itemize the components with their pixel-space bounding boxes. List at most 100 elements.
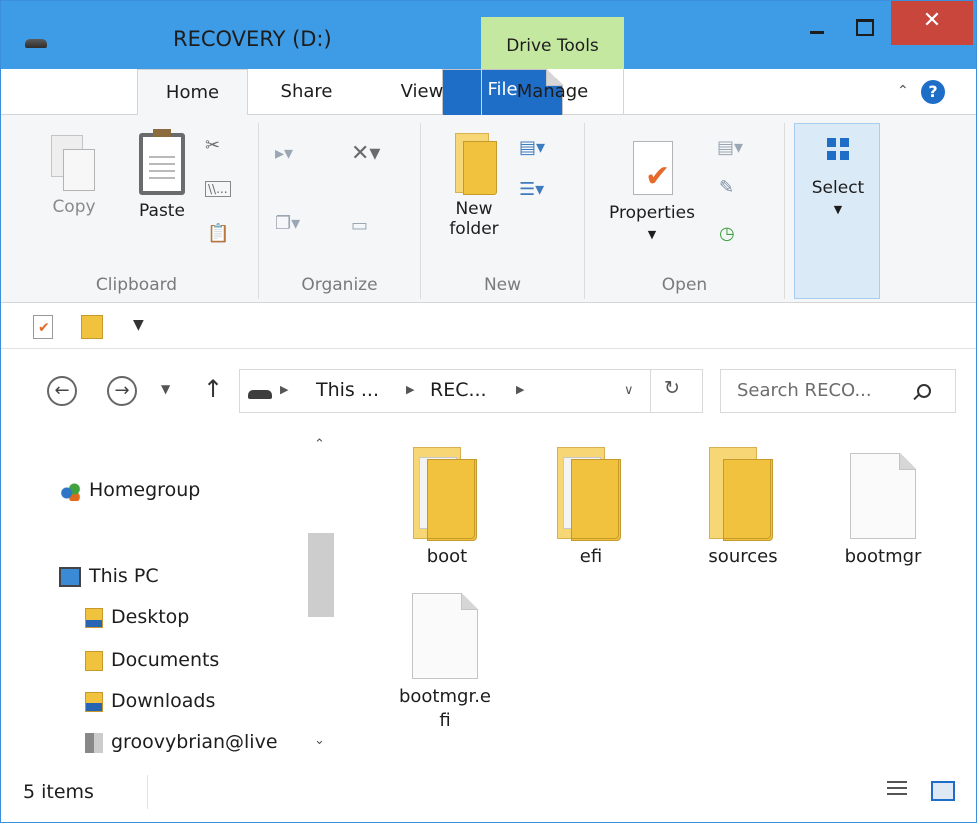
copy-label: Copy <box>52 197 96 217</box>
back-arrow-icon[interactable]: ← <box>47 376 77 406</box>
paste-label: Paste <box>139 201 185 221</box>
select-content: Select ▼ <box>795 124 881 218</box>
nav-item-onedrive-user[interactable]: groovybrian@live <box>85 731 307 753</box>
new-item-icon[interactable]: ▤▾ <box>519 137 545 158</box>
scroll-down-icon[interactable]: ⌄ <box>314 733 325 748</box>
recent-locations-icon[interactable]: ▼ <box>161 382 170 396</box>
list-item[interactable]: sources <box>683 447 803 569</box>
address-bar[interactable]: ▶ This ... ▶ REC... ▶ ∨ ↻ <box>239 369 703 413</box>
file-list: boot efi sources bootmgr bootmgr.efi <box>341 429 976 763</box>
nav-item-label: Desktop <box>111 606 190 628</box>
drive-tools-tab-group: Drive Tools <box>481 17 624 69</box>
forward-arrow-icon[interactable]: → <box>107 376 137 406</box>
window-title: RECOVERY (D:) <box>173 27 332 51</box>
nav-pane-scrollbar[interactable]: ⌃ ⌄ <box>306 429 336 763</box>
explorer-window: RECOVERY (D:) Drive Tools ✕ File Home Sh… <box>0 0 977 823</box>
nav-item-label: Downloads <box>111 690 216 712</box>
list-item[interactable]: bootmgr <box>823 453 943 569</box>
new-folder-qat-icon[interactable] <box>81 315 103 339</box>
nav-item-this-pc[interactable]: This PC <box>59 565 159 587</box>
paste-button[interactable]: Paste <box>127 129 197 221</box>
chevron-right-icon[interactable]: ▶ <box>406 383 414 396</box>
customize-qat-icon[interactable]: ▼ <box>133 317 144 333</box>
chevron-right-icon[interactable]: ▶ <box>280 383 288 396</box>
select-label: Select <box>811 178 865 198</box>
large-icons-view-icon[interactable] <box>931 781 955 801</box>
select-button[interactable]: Select ▼ <box>794 123 880 299</box>
nav-item-label: Documents <box>111 649 220 671</box>
refresh-icon[interactable]: ↻ <box>664 377 680 399</box>
rename-icon[interactable]: ▭ <box>351 215 368 236</box>
folder-icon <box>409 447 485 541</box>
list-item[interactable]: boot <box>387 447 507 569</box>
minimize-button[interactable] <box>794 1 840 45</box>
breadcrumb-this-pc[interactable]: This ... <box>316 379 379 401</box>
ribbon-tabs: File Home Share View Manage ⌃ ? <box>1 69 976 155</box>
maximize-button[interactable] <box>841 1 887 45</box>
folder-icon <box>705 447 781 541</box>
edit-icon[interactable]: ✎ <box>719 177 734 198</box>
nav-item-downloads[interactable]: Downloads <box>85 690 215 712</box>
item-name: sources <box>708 546 778 567</box>
history-icon[interactable]: ◷ <box>719 223 735 244</box>
cut-icon[interactable]: ✂ <box>205 135 220 156</box>
ribbon: Copy Paste ✂ \\... 📋 Clipboard ▸▾ ❐▾ ✕▾ … <box>1 115 976 303</box>
user-icon <box>85 732 103 753</box>
clipboard-group-label: Clipboard <box>95 275 178 295</box>
properties-dropdown-icon: ▼ <box>647 228 657 241</box>
organize-group-label: Organize <box>301 275 378 295</box>
easy-access-icon[interactable]: ☰▾ <box>519 179 544 200</box>
nav-item-desktop[interactable]: Desktop <box>85 606 189 628</box>
new-group-label: New <box>483 275 522 295</box>
open-icon[interactable]: ▤▾ <box>717 137 743 158</box>
drive-icon <box>25 39 47 48</box>
delete-icon[interactable]: ✕▾ <box>351 141 380 166</box>
title-bar[interactable]: RECOVERY (D:) Drive Tools ✕ <box>1 1 976 69</box>
tab-view[interactable]: View <box>379 69 465 115</box>
scroll-thumb[interactable] <box>308 533 334 617</box>
status-bar: 5 items <box>1 763 976 822</box>
new-folder-label-line2: folder <box>449 219 499 239</box>
status-divider <box>147 775 148 809</box>
folder-icon <box>553 447 629 541</box>
help-icon[interactable]: ? <box>921 80 945 104</box>
address-dropdown-icon[interactable]: ∨ <box>624 383 634 398</box>
breadcrumb-recovery[interactable]: REC... <box>430 379 487 401</box>
copy-button[interactable]: Copy <box>43 135 105 217</box>
chevron-right-icon[interactable]: ▶ <box>516 383 524 396</box>
up-arrow-icon[interactable]: ↑ <box>203 375 223 403</box>
file-icon <box>850 453 916 539</box>
nav-item-label: This PC <box>89 565 159 587</box>
move-to-icon[interactable]: ▸▾ <box>275 143 293 164</box>
nav-item-homegroup[interactable]: Homegroup <box>59 479 200 501</box>
open-group-label: Open <box>661 275 708 295</box>
organize-group: ▸▾ ❐▾ ✕▾ ▭ Organize <box>259 123 421 299</box>
downloads-folder-icon <box>85 691 103 712</box>
tab-share[interactable]: Share <box>259 69 354 115</box>
tab-manage[interactable]: Manage <box>481 69 624 115</box>
new-folder-label-line1: New <box>455 199 493 219</box>
item-name: efi <box>579 546 603 567</box>
properties-icon <box>627 137 677 197</box>
tab-home[interactable]: Home <box>137 69 248 116</box>
nav-item-documents[interactable]: Documents <box>85 649 219 671</box>
copy-path-icon[interactable]: \\... <box>205 181 231 197</box>
copy-icon <box>51 135 97 191</box>
computer-icon <box>59 566 81 587</box>
collapse-ribbon-icon[interactable]: ⌃ <box>897 83 909 99</box>
paste-icon <box>139 129 185 195</box>
paste-shortcut-icon[interactable]: 📋 <box>207 223 229 244</box>
properties-qat-icon[interactable] <box>33 315 53 339</box>
list-item[interactable]: efi <box>531 447 651 569</box>
new-folder-button[interactable]: New folder <box>439 133 509 239</box>
navigation-pane: Homegroup This PC Desktop Documents Down… <box>1 429 341 763</box>
item-count: 5 items <box>23 781 94 803</box>
scroll-up-icon[interactable]: ⌃ <box>314 437 325 452</box>
list-item[interactable]: bootmgr.efi <box>387 593 503 733</box>
search-input[interactable]: Search RECO... <box>720 369 956 413</box>
properties-button[interactable]: Properties ▼ <box>597 137 707 243</box>
search-icon[interactable] <box>917 384 931 398</box>
close-button[interactable]: ✕ <box>891 1 973 45</box>
copy-to-icon[interactable]: ❐▾ <box>275 213 300 234</box>
details-view-icon[interactable] <box>887 781 907 799</box>
